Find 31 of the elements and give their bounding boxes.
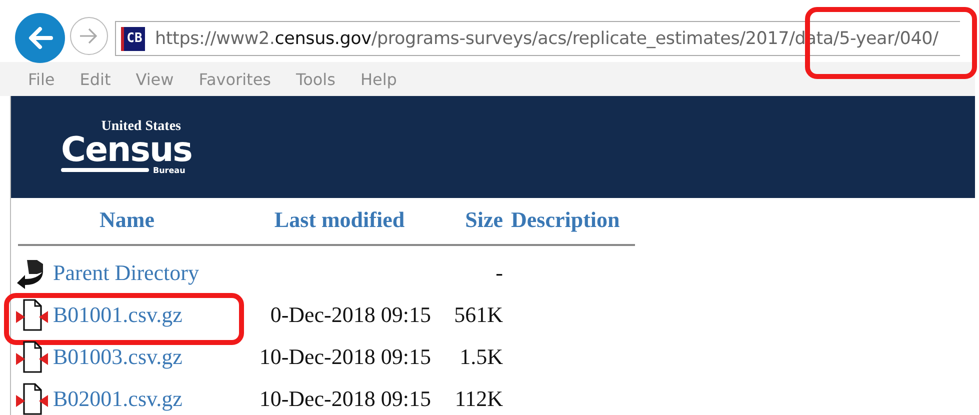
logo-text: Bureau [153, 166, 186, 174]
file-link[interactable]: B01001.csv.gz [53, 302, 182, 327]
column-header[interactable]: Description [511, 207, 620, 233]
file-link[interactable]: B02001.csv.gz [53, 386, 182, 411]
modified-date: 10-Dec-2018 09:15 [259, 386, 431, 411]
menu-item[interactable]: Tools [296, 70, 336, 88]
logo-text: United States [101, 120, 181, 134]
file-size: - [496, 260, 503, 285]
compressed-file-icon [15, 340, 49, 374]
back-button[interactable] [15, 13, 65, 63]
compressed-file-icon [15, 298, 49, 332]
modified-date: 10-Dec-2018 09:15 [259, 344, 431, 369]
column-header[interactable]: Name [11, 207, 243, 233]
column-header[interactable]: Last modified [243, 207, 436, 233]
site-favicon: CB [121, 26, 145, 50]
menu-item[interactable]: View [136, 70, 174, 88]
column-header[interactable]: Size [436, 207, 503, 233]
back-arrow-icon [27, 26, 53, 50]
forward-arrow-icon [79, 27, 99, 45]
menu-item[interactable]: Edit [80, 70, 111, 88]
file-size: 112K [454, 386, 503, 411]
file-size: 561K [454, 302, 503, 327]
menu-item[interactable]: Favorites [198, 70, 272, 88]
menu-item[interactable]: File [28, 70, 55, 88]
file-link[interactable]: B01003.csv.gz [53, 344, 182, 369]
file-size: 1.5K [460, 344, 503, 369]
logo-text: Census [61, 134, 191, 166]
menu-item[interactable]: Help [360, 70, 397, 88]
file-link[interactable]: Parent Directory [53, 260, 199, 285]
modified-date: 0-Dec-2018 09:15 [270, 302, 431, 327]
forward-button[interactable] [70, 17, 108, 55]
